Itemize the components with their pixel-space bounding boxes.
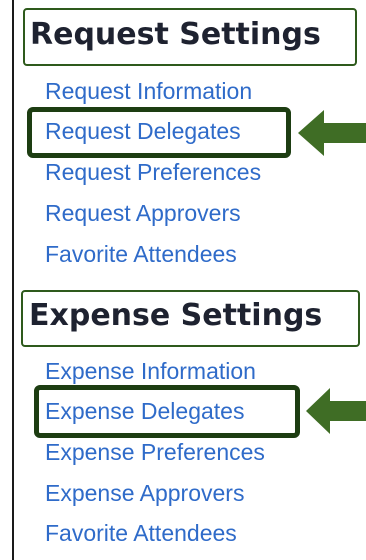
expense-favorite-attendees-link[interactable]: Favorite Attendees: [45, 522, 237, 545]
expense-preferences-link[interactable]: Expense Preferences: [45, 441, 265, 464]
request-favorite-attendees-link[interactable]: Favorite Attendees: [45, 243, 237, 266]
expense-approvers-link[interactable]: Expense Approvers: [45, 482, 244, 505]
request-delegates-highlight: [27, 107, 291, 158]
expense-settings-title: Expense Settings: [29, 298, 323, 333]
arrow-left-icon: [298, 110, 366, 156]
expense-delegates-highlight: [34, 385, 300, 438]
request-preferences-link[interactable]: Request Preferences: [45, 161, 261, 184]
arrow-left-icon: [306, 388, 366, 434]
request-settings-title: Request Settings: [30, 17, 321, 52]
expense-information-link[interactable]: Expense Information: [45, 360, 256, 383]
request-information-link[interactable]: Request Information: [45, 80, 252, 103]
request-approvers-link[interactable]: Request Approvers: [45, 202, 241, 225]
